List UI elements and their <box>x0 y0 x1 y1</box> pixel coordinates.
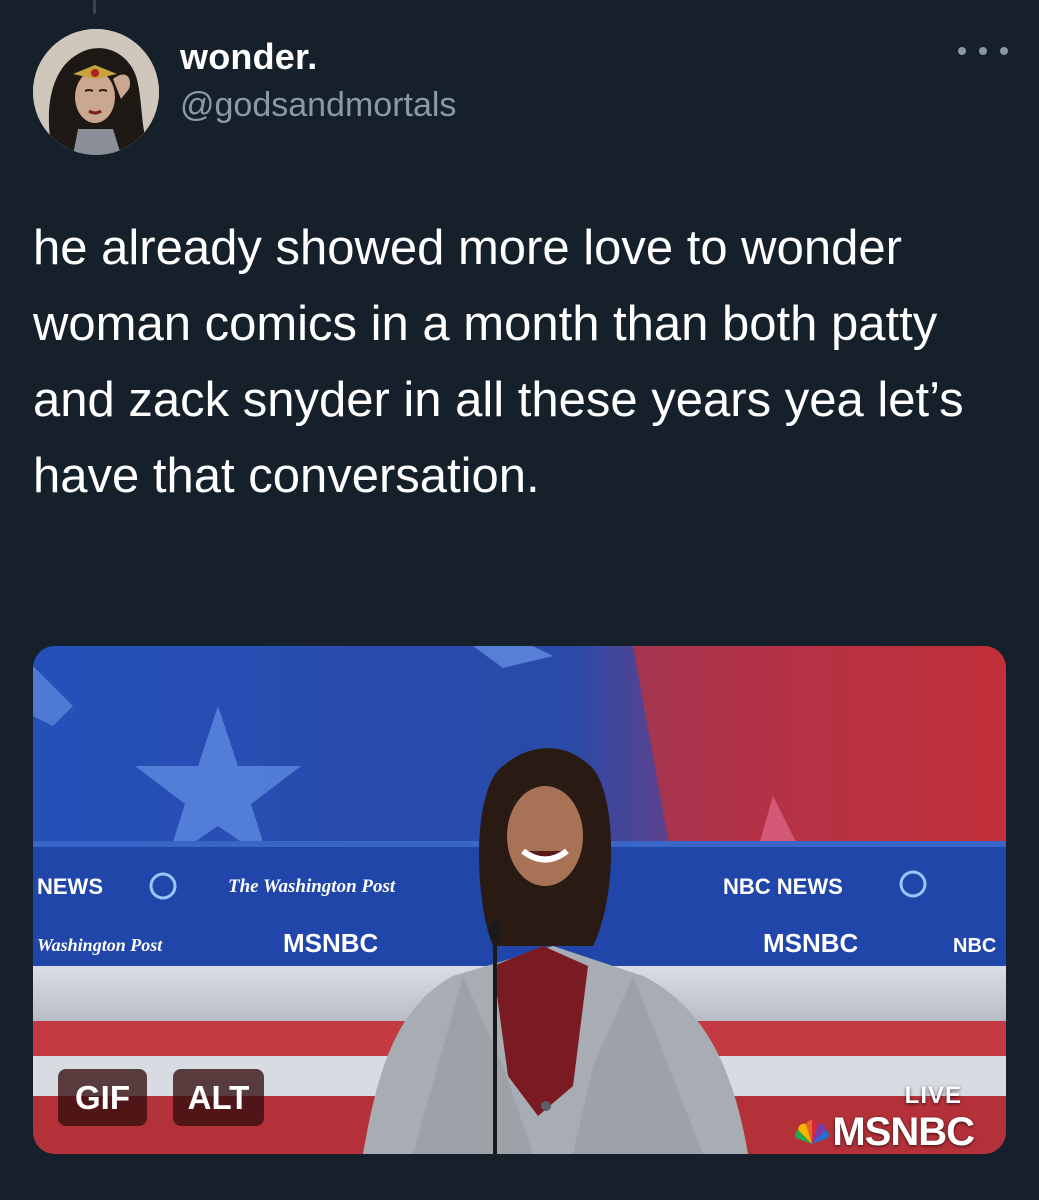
more-dot-icon <box>979 47 987 55</box>
author-display-name[interactable]: wonder. <box>180 36 317 78</box>
avatar[interactable] <box>33 29 159 155</box>
sign-washington-post-top: The Washington Post <box>228 876 396 897</box>
avatar-illustration-icon <box>33 29 159 155</box>
alt-text-button[interactable]: ALT <box>173 1069 264 1126</box>
network-label: MSNBC <box>832 1110 975 1154</box>
tweet-card: wonder. @godsandmortals he already showe… <box>0 0 1039 1200</box>
broadcast-watermark: LIVE MSNBC <box>778 1080 988 1154</box>
sign-nbc-right: NBC <box>953 935 996 957</box>
sign-washington-post-bottom: Washington Post <box>37 935 163 955</box>
more-options-button[interactable] <box>958 36 1008 66</box>
more-dot-icon <box>958 47 966 55</box>
tweet-text: he already showed more love to wonder wo… <box>33 221 964 503</box>
gif-badge[interactable]: GIF <box>58 1069 147 1126</box>
sign-nbc-news: NBC NEWS <box>723 874 843 899</box>
nbc-peacock-icon <box>795 1120 829 1144</box>
live-label: LIVE <box>904 1082 962 1109</box>
thread-connector-line <box>93 0 96 14</box>
sign-msnbc-left: MSNBC <box>283 928 379 958</box>
more-dot-icon <box>1000 47 1008 55</box>
sign-news-left: NEWS <box>37 874 103 899</box>
author-handle[interactable]: @godsandmortals <box>180 86 456 125</box>
sign-msnbc-right: MSNBC <box>763 928 859 958</box>
